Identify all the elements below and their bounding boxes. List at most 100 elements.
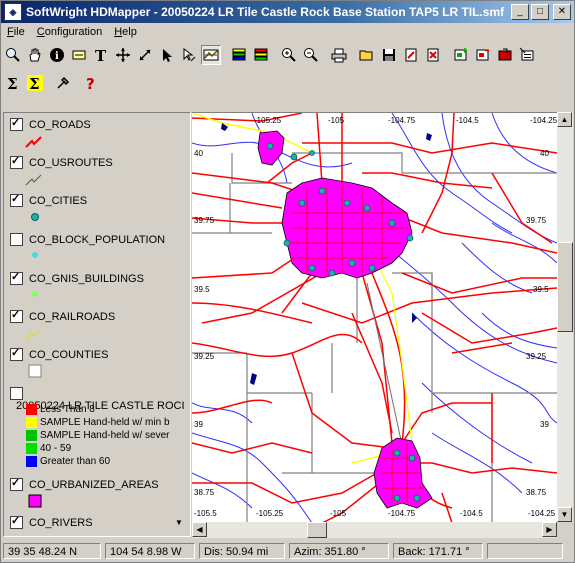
main-toolbar: i T	[3, 43, 539, 67]
map-horizontal-scrollbar[interactable]: ◀ ▶	[192, 522, 557, 538]
city-symbol-icon	[31, 213, 39, 221]
scroll-up-icon[interactable]: ▲	[557, 112, 572, 127]
layers-alt-icon[interactable]	[251, 45, 271, 65]
layer-co-usroutes[interactable]: CO_USROUTES	[10, 154, 113, 169]
population-symbol-icon	[32, 252, 38, 258]
map-vertical-scrollbar[interactable]: ▲ ▼	[557, 112, 573, 522]
remove-layer-icon[interactable]	[473, 45, 493, 65]
lat-label-left: 39	[194, 420, 203, 429]
map-canvas[interactable]: -105.25 -105 -104.75 -104.5 -104.25 40 3…	[192, 112, 557, 523]
lon-label-bottom: -105.5	[194, 509, 217, 518]
map-app-icon[interactable]: ◈	[4, 3, 22, 21]
tools-icon[interactable]	[53, 73, 73, 93]
add-layer-icon[interactable]	[451, 45, 471, 65]
layer-checkbox[interactable]	[10, 233, 23, 246]
help-icon[interactable]: ?	[81, 73, 101, 93]
building-symbol-icon	[32, 291, 38, 297]
railroad-lines	[192, 113, 313, 154]
pan-hand-icon[interactable]	[25, 45, 45, 65]
layer-checkbox[interactable]	[10, 154, 23, 169]
color-swatch	[26, 404, 37, 415]
print-icon[interactable]	[329, 45, 349, 65]
layer-checkbox[interactable]	[10, 514, 23, 529]
properties-icon[interactable]	[517, 45, 537, 65]
lat-label-left: 39.5	[194, 285, 210, 294]
layer-checkbox[interactable]	[10, 387, 23, 400]
legend-scroll-down-icon[interactable]: ▼	[175, 518, 183, 527]
title-bar[interactable]: ◈ SoftWright HDMapper - 20050224 LR Tile…	[1, 1, 574, 23]
layer-checkbox[interactable]	[10, 192, 23, 207]
label-tool-icon[interactable]	[69, 45, 89, 65]
minimize-icon[interactable]: _	[511, 4, 529, 20]
lat-label-left: 38.75	[194, 488, 215, 497]
menu-bar: File Configuration Help	[1, 23, 574, 41]
layer-checkbox[interactable]	[10, 270, 23, 285]
lat-label-left: 39.75	[194, 216, 215, 225]
layer-co-counties[interactable]: CO_COUNTIES	[10, 346, 108, 361]
zoom-icon[interactable]	[3, 45, 23, 65]
layer-checkbox[interactable]	[10, 116, 23, 131]
select-arrow-icon[interactable]	[157, 45, 177, 65]
layer-checkbox[interactable]	[10, 476, 23, 491]
status-bar: 39 35 48.24 N 104 54 8.98 W Dis: 50.94 m…	[3, 541, 573, 561]
status-latitude: 39 35 48.24 N	[3, 543, 101, 559]
lon-label-top: -105.25	[254, 116, 282, 125]
scroll-left-icon[interactable]: ◀	[192, 522, 207, 537]
layers-icon[interactable]	[229, 45, 249, 65]
maximize-icon[interactable]: □	[531, 4, 549, 20]
layer-co-rivers[interactable]: CO_RIVERS	[10, 514, 93, 529]
lon-label-bottom: -104.75	[388, 509, 416, 518]
secondary-toolbar: Σ Σ ?	[3, 71, 103, 95]
text-tool-icon[interactable]: T	[91, 45, 111, 65]
layer-checkbox[interactable]	[10, 308, 23, 323]
layer-co-gnis-buildings[interactable]: CO_GNIS_BUILDINGS	[10, 270, 144, 285]
color-swatch	[26, 443, 37, 454]
save-icon[interactable]	[379, 45, 399, 65]
lat-label-right: 39.25	[526, 352, 547, 361]
layer-co-urbanized-areas[interactable]: CO_URBANIZED_AREAS	[10, 476, 159, 491]
lat-label-right: 39	[540, 420, 549, 429]
zoom-out-icon[interactable]	[301, 45, 321, 65]
sigma-icon[interactable]: Σ	[3, 73, 23, 93]
zoom-in-icon[interactable]	[279, 45, 299, 65]
layer-co-block-population[interactable]: CO_BLOCK_POPULATION	[10, 233, 165, 246]
move-cross-icon[interactable]	[113, 45, 133, 65]
app-window: ◈ SoftWright HDMapper - 20050224 LR Tile…	[0, 0, 575, 563]
svg-text:Σ: Σ	[29, 75, 40, 91]
select-edit-icon[interactable]	[179, 45, 199, 65]
railroad-symbol-icon	[25, 328, 42, 340]
legend-entry: 40 - 59	[26, 443, 71, 454]
menu-configuration[interactable]: Configuration	[31, 26, 108, 38]
road-symbol-icon	[25, 136, 42, 148]
layer-checkbox[interactable]	[10, 346, 23, 361]
sigma-highlight-icon[interactable]: Σ	[25, 73, 45, 93]
lat-label-left: 39.25	[194, 352, 215, 361]
open-folder-icon[interactable]	[357, 45, 377, 65]
menu-help[interactable]: Help	[108, 26, 143, 38]
lon-label-bottom: -105	[330, 509, 347, 518]
lat-label-right: 38.75	[526, 488, 547, 497]
svg-text:Σ: Σ	[7, 75, 18, 91]
map-drawing	[192, 113, 557, 523]
layer-co-cities[interactable]: CO_CITIES	[10, 192, 87, 207]
lon-label-top: -104.25	[530, 116, 557, 125]
horizontal-scroll-thumb[interactable]	[307, 522, 327, 538]
close-icon[interactable]: ✕	[553, 4, 571, 20]
status-empty	[487, 543, 563, 559]
map-view-icon[interactable]	[201, 45, 221, 65]
delete-doc-icon[interactable]	[423, 45, 443, 65]
legend-entry: SAMPLE Hand-held w/ sever	[26, 430, 170, 441]
layer-legend-panel: CO_ROADS CO_USROUTES CO_CITIES CO_BLOCK_…	[3, 112, 191, 537]
edit-doc-icon[interactable]	[401, 45, 421, 65]
lon-label-bottom: -105.25	[256, 509, 284, 518]
vertical-scroll-thumb[interactable]	[557, 242, 573, 332]
export-icon[interactable]	[495, 45, 515, 65]
layer-co-roads[interactable]: CO_ROADS	[10, 116, 91, 131]
info-icon[interactable]: i	[47, 45, 67, 65]
measure-line-icon[interactable]	[135, 45, 155, 65]
scroll-right-icon[interactable]: ▶	[542, 522, 557, 537]
lat-label-left: 40	[194, 149, 203, 158]
scroll-down-icon[interactable]: ▼	[557, 507, 572, 522]
layer-co-railroads[interactable]: CO_RAILROADS	[10, 308, 115, 323]
menu-file[interactable]: File	[1, 26, 31, 38]
